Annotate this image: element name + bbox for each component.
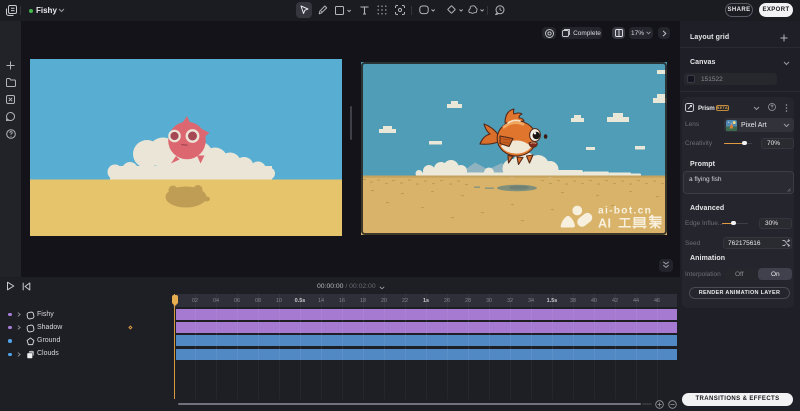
svg-text:AI: AI — [598, 217, 612, 231]
svg-text:ai-bot.cn: ai-bot.cn — [598, 206, 652, 217]
